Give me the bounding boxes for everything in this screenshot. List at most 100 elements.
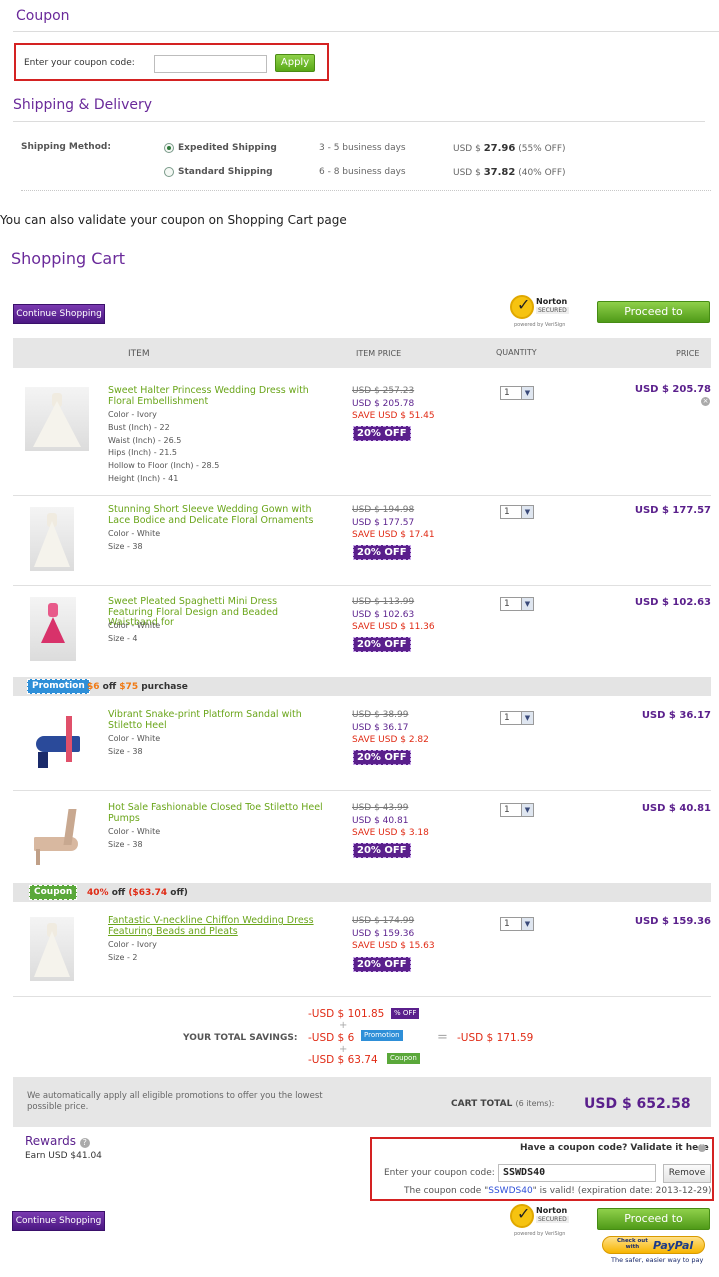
divider (21, 190, 711, 191)
item-name-link[interactable]: Fantastic V-neckline Chiffon Wedding Dre… (108, 915, 323, 937)
cart-title: Shopping Cart (11, 249, 126, 268)
row-divider (13, 495, 711, 496)
continue-shopping-button[interactable]: Continue Shopping (13, 304, 105, 324)
proceed-checkout-button[interactable]: Proceed to Checkout (597, 1208, 710, 1245)
coupon-bar: Coupon 40% off ($63.74 off) (13, 883, 711, 902)
msg-prefix: The coupon code " (404, 1186, 489, 1196)
validate-note: You can also validate your coupon on Sho… (0, 213, 347, 227)
line-price: USD $ 177.57 (634, 505, 711, 516)
item-attr: Color - White (108, 827, 161, 836)
item-attr: Height (Inch) - 41 (108, 473, 179, 483)
item-thumbnail[interactable] (30, 917, 74, 981)
coupon-label: Enter your coupon code: (24, 58, 135, 68)
item-attributes: Color - White Size - 38 (108, 733, 160, 759)
chevron-down-icon: ▼ (521, 712, 533, 724)
item-thumbnail[interactable] (25, 387, 89, 451)
sale-price: USD $ 36.17 (352, 723, 409, 733)
norton-check-icon (510, 1204, 534, 1228)
header-price: PRICE (676, 349, 700, 358)
percent-off-badge: 20% OFF (353, 957, 411, 972)
coupon-off: off (111, 888, 126, 898)
item-attributes: Color - White Size - 38 (108, 826, 160, 852)
quantity-select[interactable]: 1 ▼ (500, 386, 534, 400)
validate-coupon-input[interactable]: SSWDS40 (498, 1164, 656, 1182)
norton-name: Norton (536, 1206, 568, 1215)
remove-coupon-button[interactable]: Remove (663, 1164, 711, 1183)
paypal-tagline: The safer, easier way to pay (611, 1256, 704, 1264)
shipping-option-price: USD $ 27.96 (55% OFF) (453, 143, 566, 154)
chevron-down-icon[interactable]: ˅ (698, 1144, 706, 1152)
expedited-radio[interactable] (164, 143, 174, 153)
item-attr: Hollow to Floor (Inch) - 28.5 (108, 461, 220, 471)
coupon-percent: 40% (87, 888, 109, 898)
rewards-title-text: Rewards (25, 1134, 76, 1148)
norton-check-icon (510, 295, 534, 319)
quantity-select[interactable]: 1 ▼ (500, 597, 534, 611)
coupon-text: 40% off ($63.74 off) (87, 888, 188, 898)
cart-summary-bar: We automatically apply all eligible prom… (13, 1077, 711, 1127)
item-name-link[interactable]: Sweet Halter Princess Wedding Dress with… (108, 385, 323, 407)
savings-coupon-line: -USD $ 63.74 (308, 1054, 378, 1066)
line-price: USD $ 159.36 (634, 916, 711, 927)
item-attributes: Color - Ivory Size - 2 (108, 939, 157, 965)
line-price: USD $ 40.81 (641, 803, 711, 814)
promotion-amount: $6 (87, 682, 100, 692)
item-thumbnail[interactable] (30, 710, 86, 774)
total-savings-label: YOUR TOTAL SAVINGS: (183, 1033, 298, 1043)
cart-table-header: ITEM ITEM PRICE QUANTITY PRICE (13, 338, 711, 368)
item-attr: Size - 38 (108, 541, 143, 551)
original-price: USD $ 43.99 (352, 803, 409, 813)
sale-price: USD $ 40.81 (352, 816, 409, 826)
help-icon[interactable]: ? (79, 1138, 90, 1148)
item-name-link[interactable]: Vibrant Snake-print Platform Sandal with… (108, 709, 323, 731)
item-name-link[interactable]: Hot Sale Fashionable Closed Toe Stiletto… (108, 802, 323, 824)
standard-radio[interactable] (164, 167, 174, 177)
promotion-text: $6 off $75 purchase (87, 682, 188, 692)
sale-price: USD $ 177.57 (352, 518, 415, 528)
coupon-saved: ($63.74 (128, 888, 168, 898)
chevron-down-icon: ▼ (521, 506, 533, 518)
coupon-input[interactable] (154, 55, 267, 73)
promotion-threshold: $75 (119, 682, 139, 692)
row-divider (13, 790, 711, 791)
paypal-checkout-button[interactable]: Check out with PayPal (602, 1236, 705, 1254)
validate-label: Enter your coupon code: (384, 1168, 495, 1178)
apply-button[interactable]: Apply (275, 54, 315, 72)
norton-secured-badge: Norton SECURED powered by VeriSign (510, 293, 574, 331)
line-price: USD $ 36.17 (641, 710, 711, 721)
original-price: USD $ 194.98 (352, 505, 415, 515)
coupon-title: Coupon (16, 8, 70, 24)
item-attr: Hips (Inch) - 21.5 (108, 448, 177, 458)
price-prefix: USD $ (453, 168, 481, 178)
quantity-value: 1 (504, 713, 510, 723)
quantity-value: 1 (504, 919, 510, 929)
proceed-checkout-button[interactable]: Proceed to Checkout (597, 301, 710, 338)
quantity-select[interactable]: 1 ▼ (500, 711, 534, 725)
shipping-option-days: 3 - 5 business days (319, 143, 406, 153)
quantity-select[interactable]: 1 ▼ (500, 803, 534, 817)
item-attributes: Color - White Size - 4 (108, 620, 160, 646)
item-thumbnail[interactable] (30, 507, 74, 571)
chevron-down-icon: ▼ (521, 387, 533, 399)
header-item: ITEM (128, 349, 150, 359)
cart-total-text: CART TOTAL (451, 1099, 513, 1109)
chevron-down-icon: ▼ (521, 598, 533, 610)
continue-shopping-button[interactable]: Continue Shopping (12, 1211, 105, 1231)
remove-item-icon[interactable]: × (701, 397, 710, 406)
coupon-saved-suffix: off) (170, 888, 188, 898)
item-thumbnail[interactable] (30, 597, 76, 661)
item-attr: Color - Ivory (108, 940, 157, 949)
item-thumbnail[interactable] (30, 803, 82, 867)
shipping-option-name: Expedited Shipping (178, 143, 277, 153)
item-name-link[interactable]: Stunning Short Sleeve Wedding Gown with … (108, 504, 323, 526)
total-savings-value: -USD $ 171.59 (457, 1032, 534, 1044)
quantity-value: 1 (504, 388, 510, 398)
original-price: USD $ 257.23 (352, 386, 415, 396)
item-attr: Size - 38 (108, 746, 143, 756)
quantity-value: 1 (504, 805, 510, 815)
quantity-select[interactable]: 1 ▼ (500, 917, 534, 931)
line-price: USD $ 205.78 (634, 384, 711, 395)
original-price: USD $ 174.99 (352, 916, 415, 926)
quantity-select[interactable]: 1 ▼ (500, 505, 534, 519)
row-divider (13, 585, 711, 586)
